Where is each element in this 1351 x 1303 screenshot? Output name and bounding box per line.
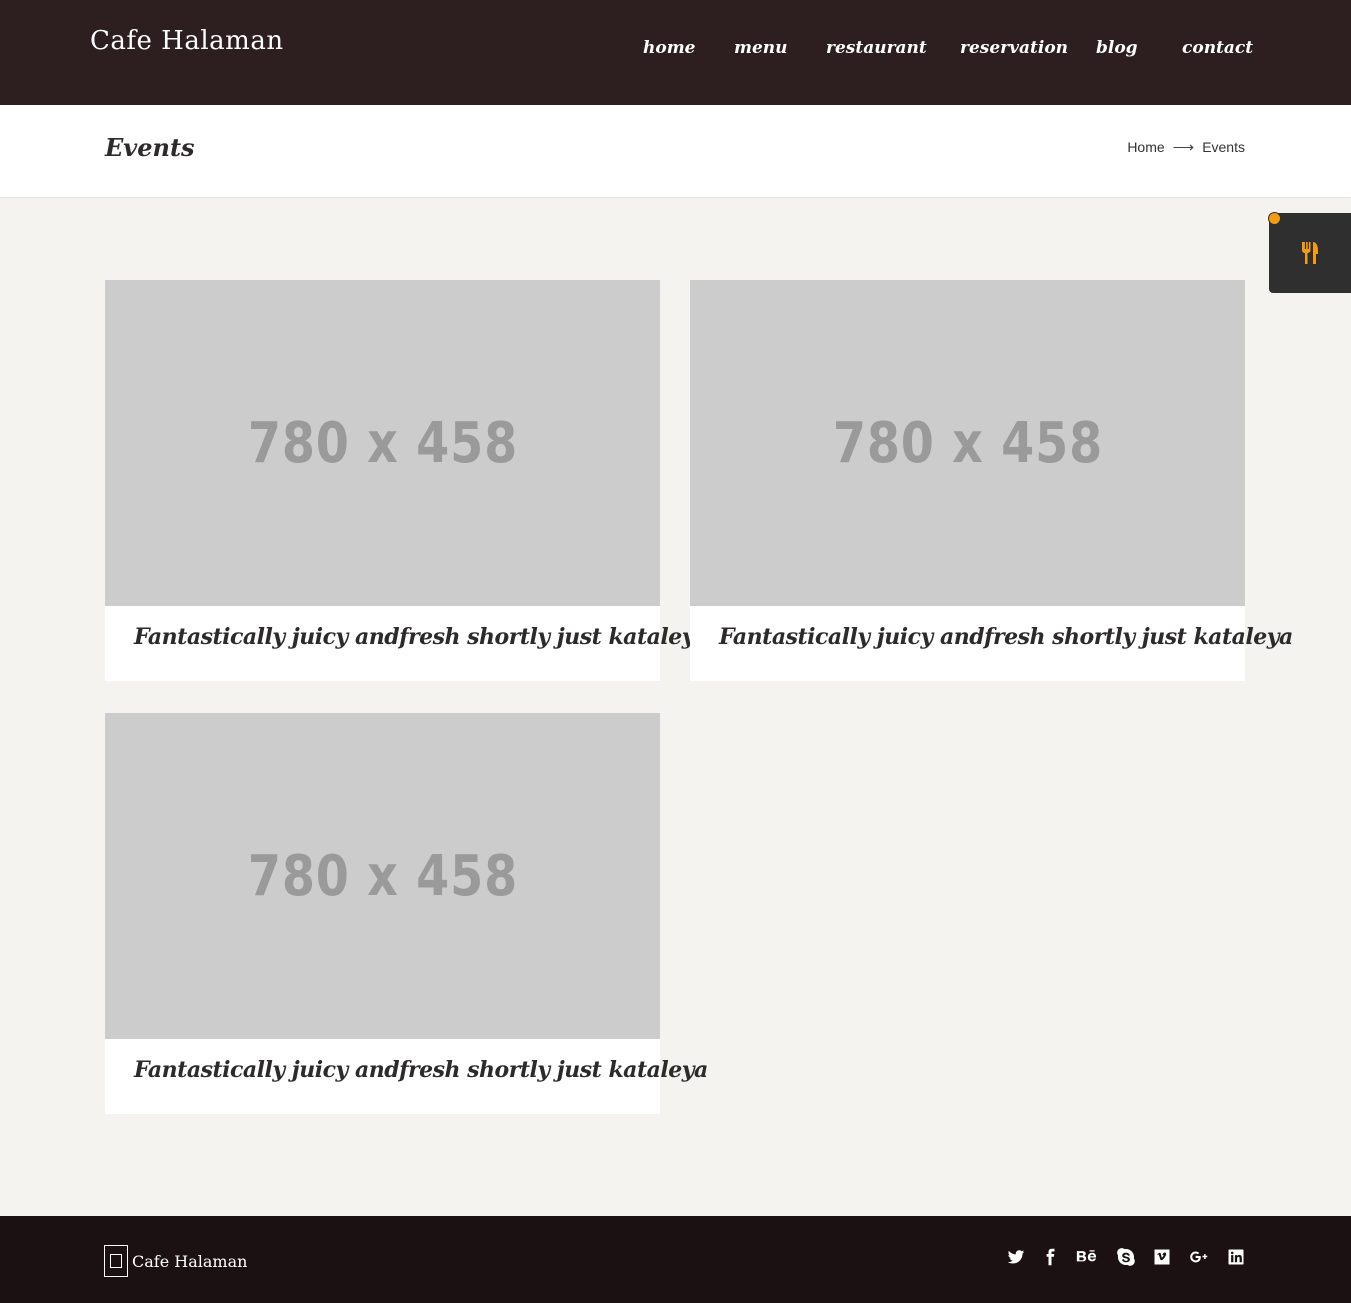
page-title-bar: Events Home ⟶ Events: [0, 105, 1351, 198]
nav-restaurant[interactable]: restaurant: [826, 38, 927, 58]
logo-badge-icon: [104, 1245, 128, 1277]
vimeo-icon[interactable]: [1152, 1247, 1172, 1267]
nav-blog[interactable]: blog: [1096, 38, 1138, 58]
event-title[interactable]: Fantastically juicy andfresh shortly jus…: [134, 624, 708, 650]
event-image-placeholder[interactable]: 780 x 458: [690, 280, 1245, 606]
skype-icon[interactable]: [1116, 1247, 1136, 1267]
event-card[interactable]: 780 x 458 Fantastically juicy andfresh s…: [105, 280, 708, 681]
nav-reservation[interactable]: reservation: [960, 38, 1068, 58]
breadcrumb-current: Events: [1202, 139, 1245, 155]
notification-dot: [1268, 212, 1281, 225]
google-plus-icon[interactable]: [1188, 1247, 1210, 1267]
site-header: Cafe Halaman home menu restaurant reserv…: [0, 0, 1351, 105]
nav-contact[interactable]: contact: [1182, 38, 1253, 58]
page-title: Events: [105, 133, 195, 162]
arrow-right-icon: ⟶: [1172, 139, 1195, 156]
twitter-icon[interactable]: [1006, 1247, 1026, 1267]
event-card[interactable]: 780 x 458 Fantastically juicy andfresh s…: [690, 280, 1293, 681]
nav-home[interactable]: home: [643, 38, 696, 58]
behance-icon[interactable]: [1076, 1247, 1098, 1267]
fork-knife-icon: [1302, 242, 1318, 264]
footer-logo[interactable]: Cafe Halaman: [104, 1245, 247, 1277]
side-menu-toggle[interactable]: [1269, 213, 1351, 293]
site-footer: Cafe Halaman: [0, 1216, 1351, 1303]
event-image-placeholder[interactable]: 780 x 458: [105, 713, 660, 1039]
event-card[interactable]: 780 x 458 Fantastically juicy andfresh s…: [105, 713, 708, 1114]
facebook-icon[interactable]: [1040, 1247, 1060, 1267]
event-title[interactable]: Fantastically juicy andfresh shortly jus…: [719, 624, 1293, 650]
breadcrumb-home-link[interactable]: Home: [1127, 139, 1164, 155]
breadcrumb: Home ⟶ Events: [1127, 138, 1245, 156]
site-logo[interactable]: Cafe Halaman: [90, 26, 284, 56]
linkedin-icon[interactable]: [1226, 1247, 1246, 1267]
nav-menu[interactable]: menu: [734, 38, 788, 58]
event-image-placeholder[interactable]: 780 x 458: [105, 280, 660, 606]
event-title[interactable]: Fantastically juicy andfresh shortly jus…: [134, 1057, 708, 1083]
